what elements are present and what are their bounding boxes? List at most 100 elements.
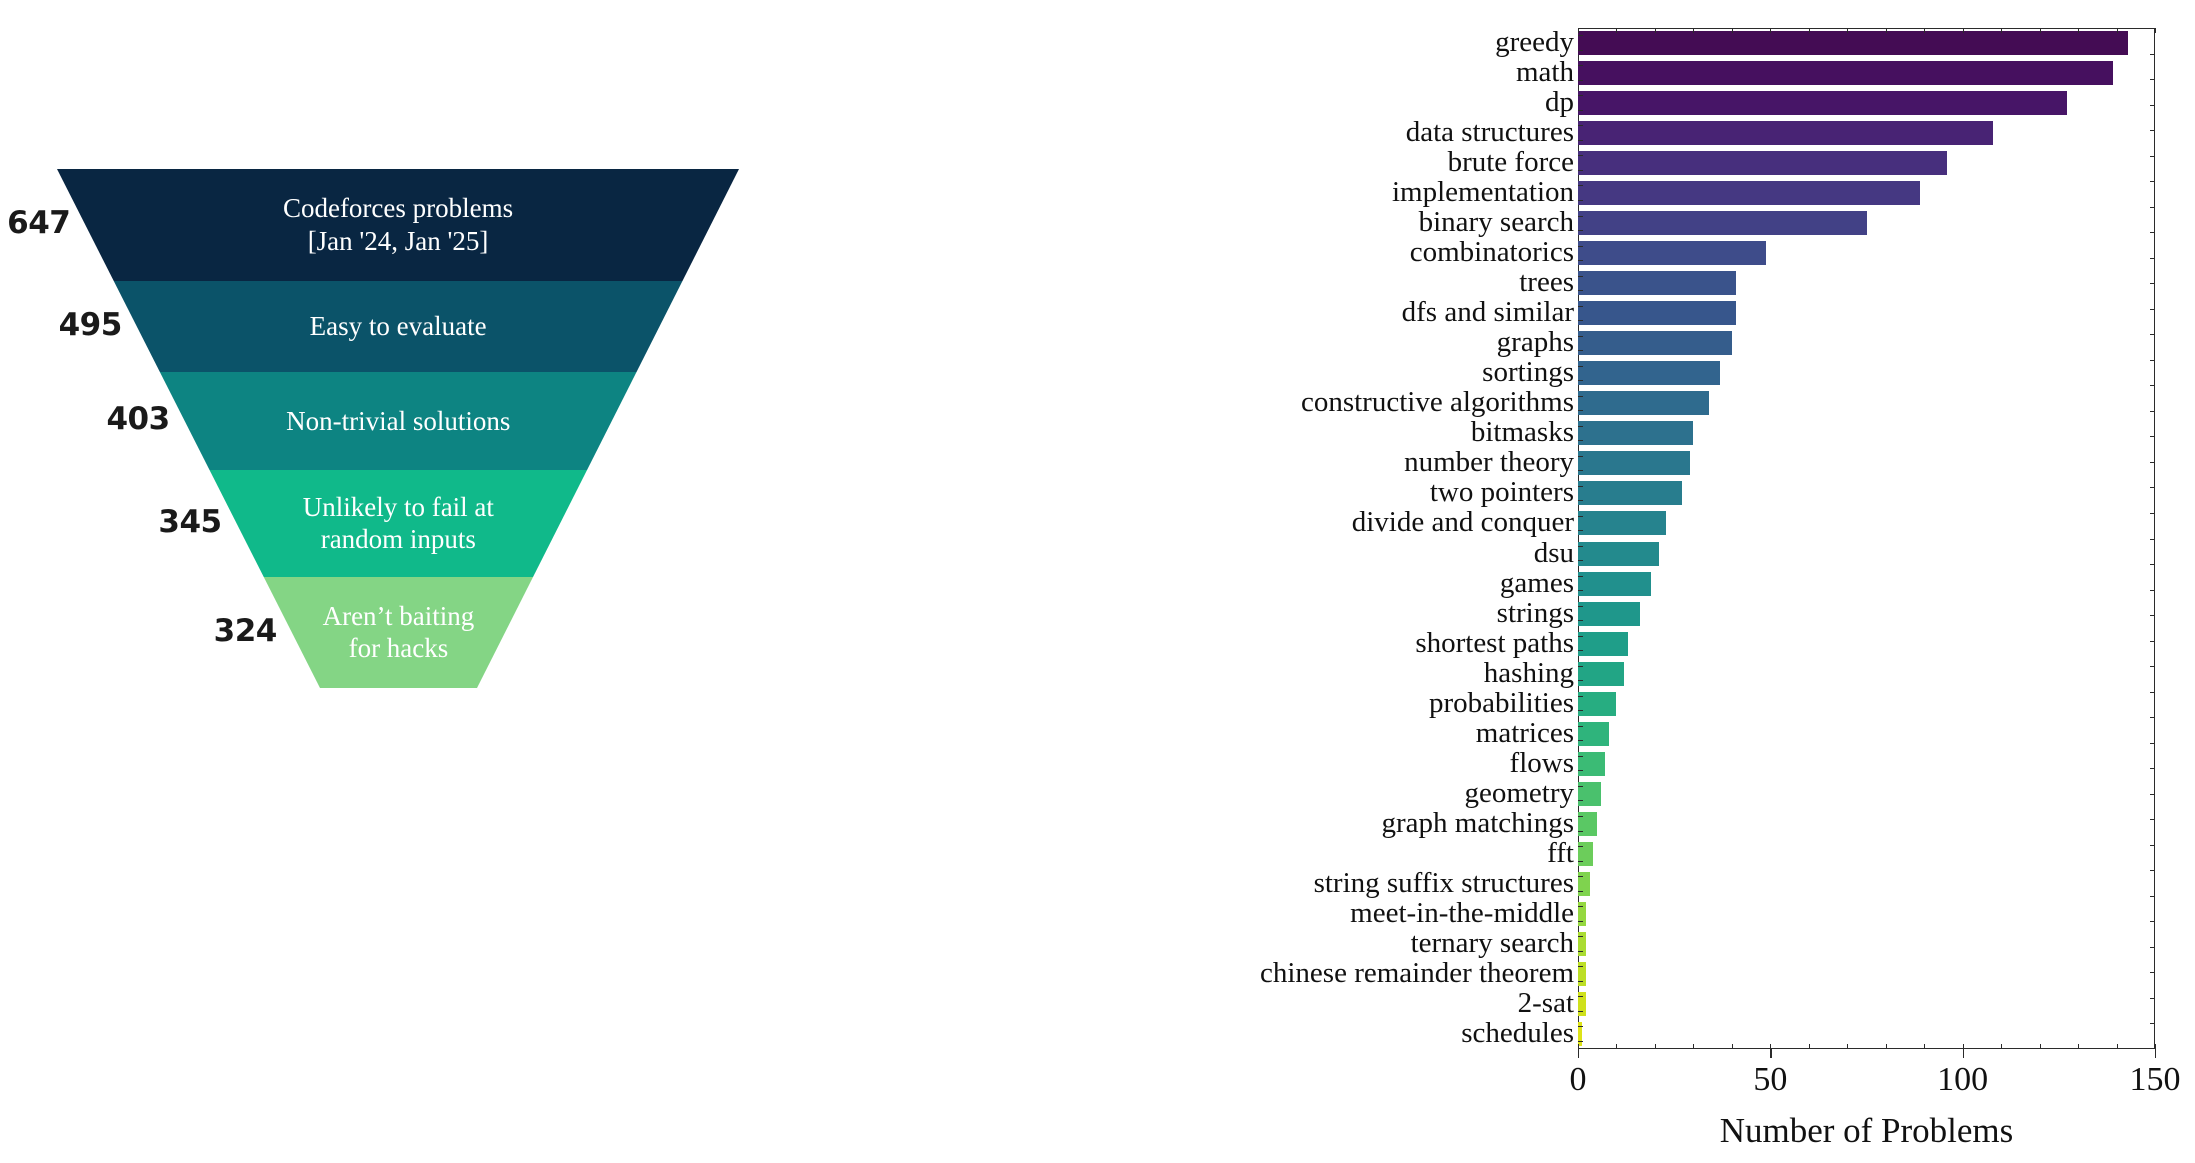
x-axis-minor-tick <box>2039 28 2041 33</box>
x-axis-tick <box>1962 1049 1964 1058</box>
x-axis-minor-tick <box>1962 28 1964 33</box>
y-axis-tick <box>1578 846 1583 848</box>
right-axis-minor-tick <box>2150 819 2155 821</box>
bar <box>1578 61 2113 86</box>
bar-row <box>1578 361 1721 386</box>
category-label: shortest paths <box>1415 626 1574 659</box>
bar <box>1578 391 1709 416</box>
category-label: number theory <box>1404 446 1574 479</box>
right-axis-minor-tick <box>2150 359 2155 361</box>
x-axis-minor-tick <box>2078 28 2080 33</box>
y-axis-tick <box>1578 726 1583 727</box>
x-axis-minor-tick <box>2001 1044 2003 1049</box>
y-axis-tick <box>1578 95 1583 97</box>
right-axis-minor-tick <box>2150 717 2155 719</box>
y-axis-tick <box>1578 425 1583 427</box>
bar-row <box>1578 571 1652 596</box>
y-axis-tick <box>1578 530 1583 532</box>
x-axis-minor-tick <box>1616 28 1618 33</box>
category-label: strings <box>1496 596 1574 629</box>
bar <box>1578 31 2129 56</box>
category-label: games <box>1499 566 1574 599</box>
right-axis-minor-tick <box>2150 640 2155 642</box>
x-axis-tick-label: 50 <box>1753 1061 1788 1098</box>
x-axis-minor-tick <box>1693 28 1695 33</box>
y-axis-tick <box>1578 215 1583 217</box>
funnel-stage-count: 647 <box>7 205 71 241</box>
x-axis-tick <box>2155 1049 2157 1058</box>
bar-row <box>1578 331 1732 356</box>
y-axis-tick <box>1578 876 1583 878</box>
y-axis-tick <box>1578 575 1583 577</box>
x-axis-title: Number of Problems <box>1719 1111 2014 1150</box>
x-axis-minor-tick <box>1962 1044 1964 1049</box>
right-axis-minor-tick <box>2150 257 2155 259</box>
x-axis-minor-tick <box>2116 1044 2118 1049</box>
y-axis-tick <box>1578 860 1583 862</box>
right-axis-minor-tick <box>2150 334 2155 336</box>
x-axis-tick <box>1578 1049 1580 1058</box>
bar-row <box>1578 271 1736 296</box>
funnel-stage-count: 345 <box>158 503 222 540</box>
x-axis-minor-tick <box>1654 1044 1656 1049</box>
y-axis-tick <box>1578 305 1583 307</box>
x-axis-minor-tick <box>2001 28 2003 33</box>
bar <box>1578 211 1867 236</box>
y-axis-tick <box>1578 665 1583 667</box>
right-axis-minor-tick <box>2150 1023 2155 1025</box>
category-label: greedy <box>1495 26 1574 58</box>
bar-row <box>1578 661 1625 686</box>
x-axis-minor-tick <box>1616 1044 1618 1049</box>
bar-row <box>1578 481 1682 506</box>
bar <box>1578 241 1767 266</box>
y-axis-tick <box>1578 800 1583 802</box>
bar <box>1578 301 1736 326</box>
y-axis-tick <box>1578 620 1583 622</box>
bar-row <box>1578 301 1736 326</box>
category-label: two pointers <box>1429 476 1574 509</box>
x-axis-minor-tick <box>1578 1044 1579 1049</box>
x-axis-minor-tick <box>1885 1044 1887 1049</box>
bar <box>1578 661 1625 686</box>
category-label: sortings <box>1482 356 1574 389</box>
right-axis-minor-tick <box>2150 104 2155 106</box>
y-axis-tick <box>1578 365 1583 367</box>
category-label: chinese remainder theorem <box>1259 956 1574 989</box>
y-axis-tick <box>1578 455 1583 457</box>
x-axis-tick-label: 150 <box>2129 1061 2181 1098</box>
right-axis-minor-tick <box>2150 283 2155 285</box>
category-label: trees <box>1519 266 1574 299</box>
funnel-stage-band <box>113 281 683 372</box>
category-label: probabilities <box>1429 686 1574 719</box>
y-axis-tick <box>1578 395 1583 397</box>
bar-row <box>1578 91 2067 116</box>
bar-row <box>1578 121 1994 146</box>
y-axis-tick <box>1578 35 1583 37</box>
right-axis-minor-tick <box>2150 946 2155 948</box>
funnel-stage-count: 495 <box>58 306 123 343</box>
right-axis-minor-tick <box>2150 155 2155 157</box>
bar <box>1578 91 2067 116</box>
category-label: schedules <box>1461 1016 1574 1049</box>
bar-row <box>1578 61 2113 86</box>
right-axis-minor-tick <box>2150 997 2155 999</box>
right-axis-minor-tick <box>2150 564 2155 566</box>
x-axis-minor-tick <box>1770 1044 1772 1049</box>
right-axis-minor-tick <box>2150 538 2155 540</box>
category-label: hashing <box>1483 656 1574 689</box>
bar <box>1578 121 1994 146</box>
y-axis-tick <box>1578 560 1583 562</box>
y-axis-tick <box>1578 1040 1583 1042</box>
right-axis-minor-tick <box>2150 385 2155 387</box>
x-axis-minor-tick <box>1731 28 1733 33</box>
category-label: matrices <box>1475 716 1574 749</box>
category-label: binary search <box>1418 206 1574 239</box>
bar <box>1578 481 1682 506</box>
y-axis-tick <box>1578 680 1583 682</box>
category-label: divide and conquer <box>1351 506 1574 539</box>
funnel-stage-band <box>209 470 588 577</box>
y-axis-tick <box>1578 515 1583 517</box>
category-label: implementation <box>1391 176 1574 209</box>
funnel-stage-band <box>159 372 637 470</box>
x-axis-minor-tick <box>1808 1044 1810 1049</box>
